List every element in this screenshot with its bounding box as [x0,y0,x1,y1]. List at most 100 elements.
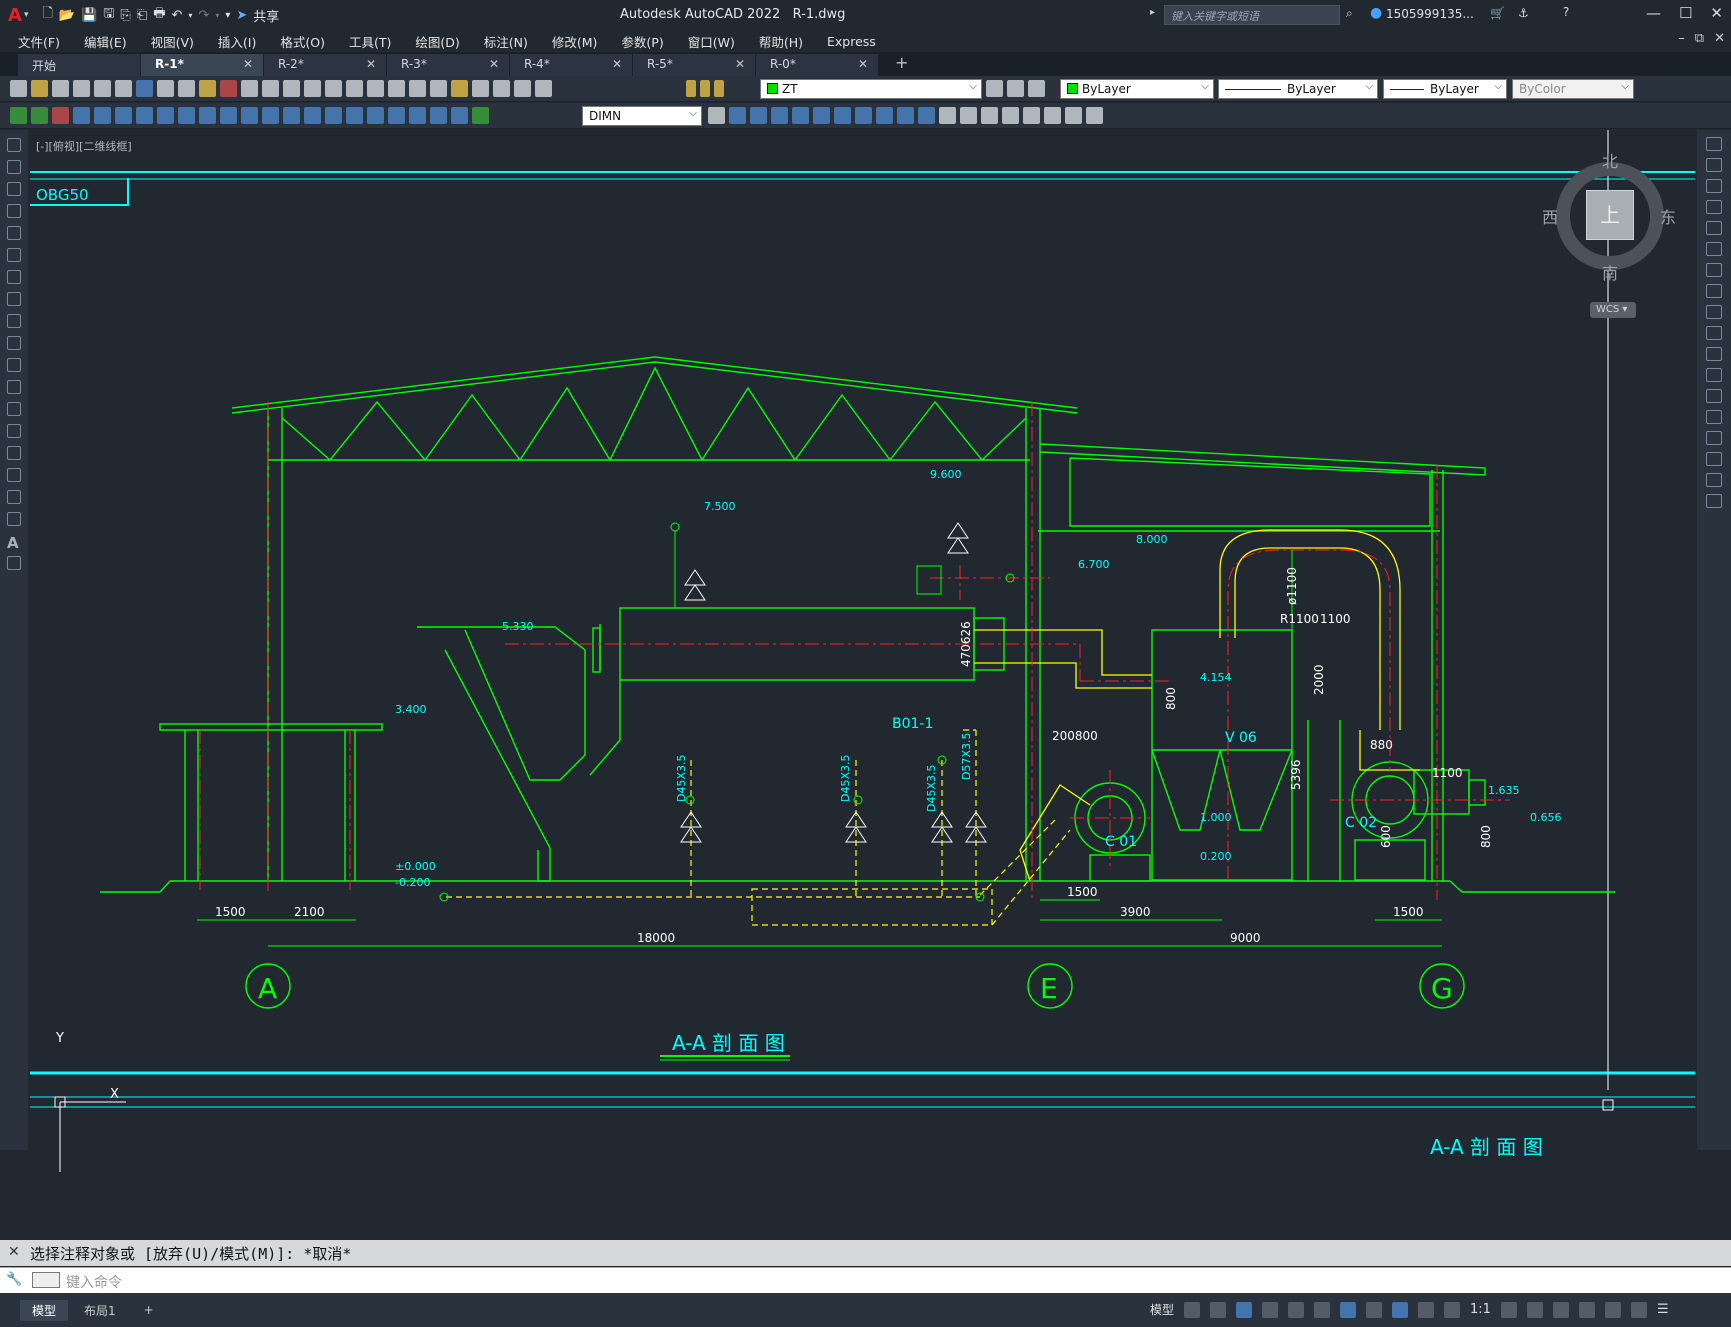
extend-icon[interactable] [1706,347,1722,361]
point-icon[interactable] [834,107,851,124]
viewcube[interactable]: 上 北 南 东 西 [1540,146,1680,286]
xref-icon[interactable] [1023,107,1040,124]
layer-states-icon[interactable] [1028,80,1045,97]
menu-file[interactable]: 文件(F) [18,32,60,51]
make-block-icon[interactable] [813,107,830,124]
object-snap-icon[interactable] [1340,1301,1357,1318]
layer-select[interactable]: ZT ⌵ [760,79,982,99]
annotation-monitor-icon[interactable] [1526,1301,1543,1318]
customization-menu-icon[interactable]: ☰ [1657,1302,1669,1317]
viewport-controls[interactable]: [-][俯视][二维线框] [36,138,132,154]
arc-length-icon[interactable] [115,107,132,124]
grid-icon[interactable] [1184,1301,1201,1318]
zoom-window-icon[interactable] [346,80,363,97]
layer-on-icon[interactable] [686,80,696,97]
zoom-previous-icon[interactable] [367,80,384,97]
redo-tool-icon[interactable] [283,80,300,97]
scale-icon[interactable] [1706,284,1722,298]
plot-tool-icon[interactable] [73,80,90,97]
insert-block-tool-icon[interactable] [7,380,21,394]
clean-screen-icon[interactable] [1630,1301,1647,1318]
scale-value[interactable]: 1:1 [1470,1302,1491,1317]
ortho-icon[interactable] [1236,1301,1253,1318]
insert-block-icon[interactable] [792,107,809,124]
move-icon[interactable] [1706,242,1722,256]
doc-restore-icon[interactable]: ⧉ [1695,31,1704,46]
draw-order-front-icon[interactable] [729,107,746,124]
model-space-button[interactable]: 模型 [1150,1301,1174,1318]
open-icon[interactable]: 📂 [59,8,75,23]
customize-qa-icon[interactable]: ▾ [225,10,230,21]
jogged-dim-icon[interactable] [178,107,195,124]
tool-palettes-icon[interactable] [430,80,447,97]
redo-icon[interactable]: ↷ [198,8,209,23]
field-icon[interactable] [1086,107,1103,124]
ellipse-arc-icon[interactable] [7,358,21,372]
layer-freeze-icon[interactable] [700,80,710,97]
cut-icon[interactable] [157,80,174,97]
gradient-tool-icon[interactable] [7,468,21,482]
layer-previous-icon[interactable] [1007,80,1024,97]
new-tab-icon[interactable]: + [895,53,908,76]
user-icon[interactable]: ● [1370,5,1382,21]
isolate-objects-icon[interactable] [1578,1301,1595,1318]
search-expand-icon[interactable]: ▸ [1150,7,1155,18]
plot-preview-icon[interactable] [94,80,111,97]
rotate-icon[interactable] [1706,263,1722,277]
blend-curves-icon[interactable] [1706,473,1722,487]
snap-icon[interactable] [1210,1301,1227,1318]
layer-lock-icon[interactable] [714,80,724,97]
angular-dim-icon[interactable] [220,107,237,124]
match-properties-icon[interactable] [220,80,237,97]
tab-r4[interactable]: R-4* ✕ [510,54,633,76]
command-input[interactable]: 键入命令 [0,1267,1731,1293]
break-at-point-icon[interactable] [1706,368,1722,382]
undo-tool-icon[interactable] [262,80,279,97]
drawing-canvas[interactable]: OBG50 A E G 1500 2100 18000 1500 3900 90… [30,130,1695,1235]
linear-dim-icon[interactable] [73,107,90,124]
paste-icon[interactable] [199,80,216,97]
baseline-dim-icon[interactable] [262,107,279,124]
break-icon[interactable] [1706,389,1722,403]
point-tool-icon[interactable] [7,424,21,438]
copy-icon[interactable] [178,80,195,97]
hatch-icon[interactable] [855,107,872,124]
help-tool-icon[interactable] [514,80,531,97]
polar-icon[interactable] [1262,1301,1279,1318]
close-icon[interactable]: ✕ [1710,4,1723,22]
draw-order-back-icon[interactable] [750,107,767,124]
dimstyle-select[interactable]: DIMN ⌵ [582,106,702,126]
menu-help[interactable]: 帮助(H) [759,32,803,51]
continue-dim-icon[interactable] [283,107,300,124]
copy-object-icon[interactable] [1706,158,1722,172]
tab-close-icon[interactable]: ✕ [243,57,253,71]
ordinate-dim-icon[interactable] [136,107,153,124]
dim-space-icon[interactable] [304,107,321,124]
tab-close-icon[interactable]: ✕ [858,57,868,71]
offset-icon[interactable] [1706,200,1722,214]
polygon-icon[interactable] [7,204,21,218]
menu-modify[interactable]: 修改(M) [552,32,598,51]
publish-icon[interactable] [115,80,132,97]
explode-icon[interactable] [1706,494,1722,508]
user-name[interactable]: 1505999135... [1386,7,1474,21]
save-web-icon[interactable]: ⎗ [137,8,147,23]
plot-icon[interactable]: 🖶 [153,4,165,26]
close-command-icon[interactable]: ✕ [8,1244,20,1260]
graphics-performance-icon[interactable] [1604,1301,1621,1318]
qnew-icon[interactable] [10,80,27,97]
pan-icon[interactable] [304,80,321,97]
share-label[interactable]: 共享 [253,6,279,25]
bring-above-icon[interactable] [771,107,788,124]
group-icon[interactable] [981,107,998,124]
linetype-select[interactable]: ByLayer ⌵ [1218,79,1378,99]
tab-close-icon[interactable]: ✕ [735,57,745,71]
rectangle-icon[interactable] [7,226,21,240]
spline-icon[interactable] [7,314,21,328]
zoom-realtime-icon[interactable] [325,80,342,97]
isodraft-icon[interactable] [1288,1301,1305,1318]
layout-tab-1[interactable]: 布局1 [72,1300,128,1321]
doc-minimize-icon[interactable]: – [1678,31,1685,46]
arc-icon[interactable] [7,248,21,262]
plotstyle-select[interactable]: ByColor ⌵ [1512,79,1634,99]
